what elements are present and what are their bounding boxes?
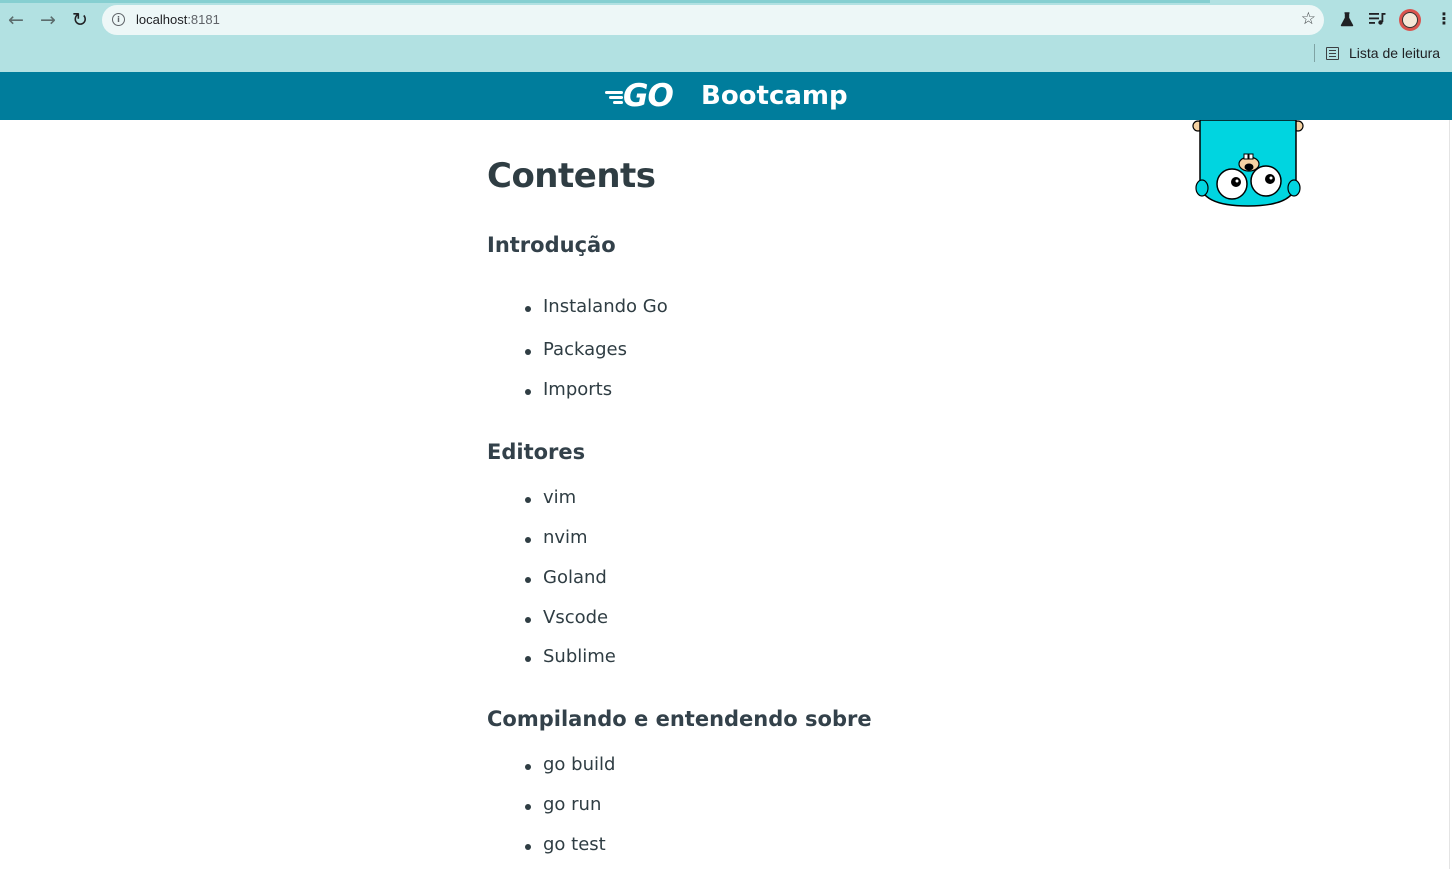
section-heading-introducao: Introdução	[487, 233, 616, 257]
section-heading-compilando: Compilando e entendendo sobre	[487, 707, 872, 731]
address-bar[interactable]: i localhost:8181 ☆	[102, 5, 1324, 35]
url-text[interactable]: localhost:8181	[136, 12, 220, 27]
bookmark-divider	[1314, 44, 1315, 62]
section-heading-editores: Editores	[487, 440, 586, 464]
reload-icon: ↻	[72, 8, 88, 31]
tab-strip	[0, 0, 1210, 3]
go-logo-text: GO	[623, 78, 674, 114]
arrow-left-icon: ←	[8, 8, 24, 31]
kebab-menu-icon[interactable]: ⋮	[1433, 8, 1452, 30]
list-item: go run	[524, 794, 602, 815]
list-item: Goland	[525, 567, 607, 588]
flask-icon[interactable]	[1336, 8, 1358, 30]
reading-list-icon	[1326, 46, 1339, 60]
forward-button[interactable]: →	[36, 8, 60, 32]
reading-list-label: Lista de leitura	[1349, 45, 1441, 61]
back-button[interactable]: ←	[4, 8, 28, 32]
list-item: Packages	[525, 339, 627, 360]
list-item: Vscode	[524, 607, 609, 628]
bookmark-bar	[0, 40, 1452, 68]
site-header: GO Bootcamp	[0, 72, 1452, 120]
avatar[interactable]	[1399, 9, 1421, 31]
go-logo: GO	[603, 78, 687, 114]
site-logo[interactable]: GO Bootcamp	[603, 78, 848, 114]
media-queue-svg	[1368, 13, 1385, 25]
reload-button[interactable]: ↻	[68, 8, 92, 32]
url-host: localhost	[136, 12, 188, 27]
list-item: nvim	[525, 527, 588, 548]
page-edge	[1449, 120, 1450, 869]
site-title: Bootcamp	[701, 81, 848, 111]
reading-list-button[interactable]: Lista de leitura	[1326, 43, 1440, 63]
speed-line	[605, 91, 623, 94]
info-icon[interactable]: i	[112, 13, 125, 26]
list-item: Sublime	[525, 646, 616, 667]
url-port: :8181	[187, 12, 220, 27]
speed-line	[609, 96, 623, 99]
avatar-face	[1402, 12, 1418, 28]
list-item: Instalando Go	[525, 296, 668, 317]
gopher-mascot	[1192, 120, 1304, 207]
list-item: vim	[524, 487, 577, 508]
speed-line	[613, 101, 623, 104]
list-item: Imports	[524, 379, 613, 400]
media-queue-icon[interactable]	[1366, 8, 1388, 30]
arrow-right-icon: →	[40, 8, 56, 31]
list-item: go test	[525, 834, 606, 855]
flask-icon-svg	[1340, 11, 1354, 26]
page-title: Contents	[487, 156, 656, 196]
list-item: go build	[524, 754, 616, 775]
star-icon[interactable]: ☆	[1301, 9, 1316, 29]
